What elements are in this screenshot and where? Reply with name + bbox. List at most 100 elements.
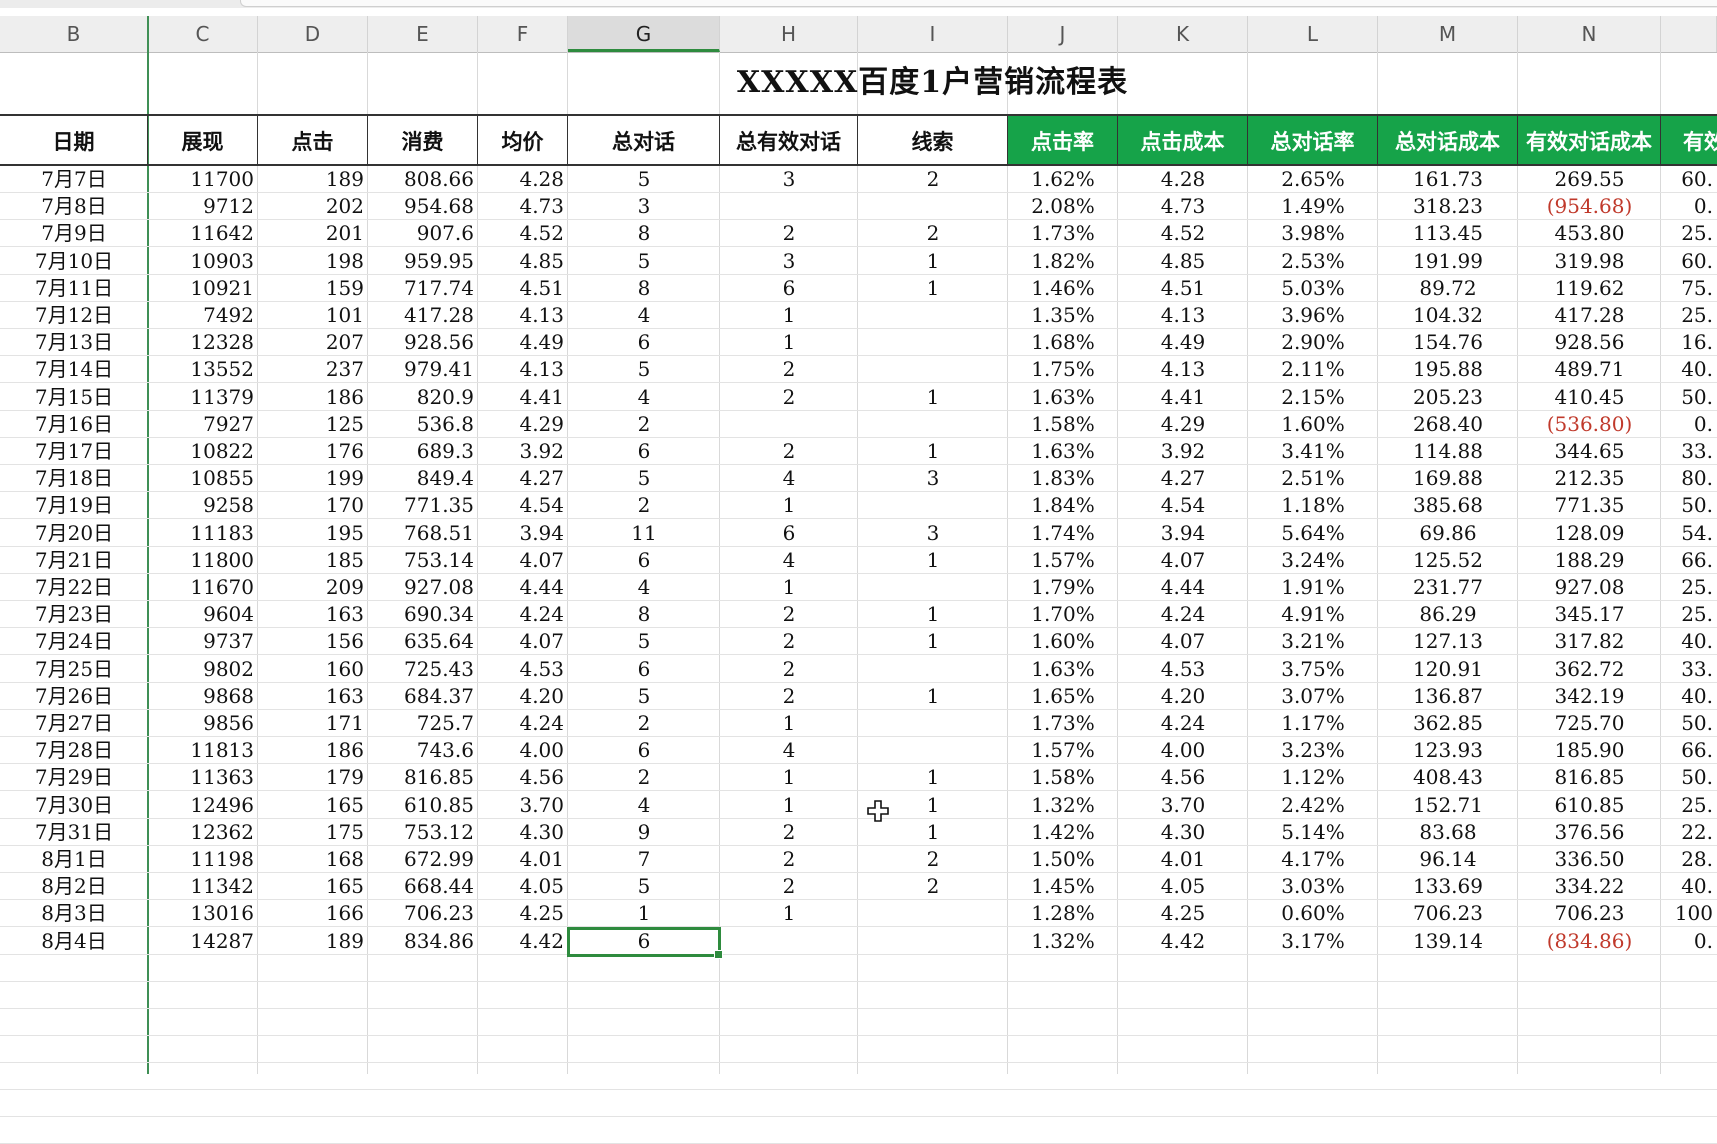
table-cell[interactable]: 7月18日 — [0, 465, 148, 492]
table-cell[interactable]: 50. — [1661, 710, 1717, 737]
table-cell[interactable]: 136.87 — [1378, 683, 1518, 710]
table-cell[interactable]: 11342 — [148, 873, 258, 900]
table-cell[interactable]: 7月14日 — [0, 356, 148, 383]
table-cell[interactable]: 4.28 — [478, 166, 568, 193]
table-cell[interactable]: 2.08% — [1008, 193, 1118, 220]
table-cell[interactable]: 1.50% — [1008, 846, 1118, 873]
table-cell[interactable]: 417.28 — [368, 302, 478, 329]
header-cell[interactable]: 点击 — [258, 114, 368, 166]
table-cell[interactable]: 269.55 — [1518, 166, 1661, 193]
table-cell[interactable]: 1.28% — [1008, 900, 1118, 927]
header-cell[interactable]: 总有效对话 — [720, 114, 858, 166]
table-cell[interactable]: 1 — [858, 384, 1008, 411]
table-cell[interactable]: 3 — [858, 465, 1008, 492]
table-cell[interactable]: 7月12日 — [0, 302, 148, 329]
table-cell[interactable]: 205.23 — [1378, 384, 1518, 411]
header-cell[interactable]: 有效 — [1661, 114, 1717, 166]
table-cell[interactable]: 344.65 — [1518, 438, 1661, 465]
table-cell[interactable]: 11379 — [148, 384, 258, 411]
table-cell[interactable]: 4.05 — [478, 873, 568, 900]
table-cell[interactable]: 6 — [720, 520, 858, 547]
table-cell[interactable]: 14287 — [148, 928, 258, 955]
table-cell[interactable]: 2.53% — [1248, 248, 1378, 275]
table-cell[interactable]: 410.45 — [1518, 384, 1661, 411]
table-cell[interactable]: 9737 — [148, 628, 258, 655]
table-cell[interactable]: 5 — [568, 683, 720, 710]
table-cell[interactable]: 834.86 — [368, 928, 478, 955]
table-cell[interactable]: 3 — [858, 520, 1008, 547]
table-cell[interactable]: 1.91% — [1248, 574, 1378, 601]
table-cell[interactable]: 536.8 — [368, 411, 478, 438]
column-header-D[interactable]: D — [258, 16, 368, 52]
table-cell[interactable]: 40. — [1661, 683, 1717, 710]
column-header-M[interactable]: M — [1378, 16, 1518, 52]
table-cell[interactable]: 725.43 — [368, 656, 478, 683]
table-cell[interactable]: 635.64 — [368, 628, 478, 655]
column-header-bar[interactable]: BCDEFGHIJKLMN — [0, 16, 1717, 53]
table-cell[interactable]: 2 — [858, 220, 1008, 247]
column-header-B[interactable]: B — [0, 16, 148, 52]
table-cell[interactable]: 75. — [1661, 275, 1717, 302]
table-cell[interactable]: 195.88 — [1378, 356, 1518, 383]
table-cell[interactable]: 362.85 — [1378, 710, 1518, 737]
table-cell[interactable]: 1.32% — [1008, 928, 1118, 955]
table-cell[interactable]: 7月25日 — [0, 656, 148, 683]
table-cell[interactable]: 4 — [568, 792, 720, 819]
table-cell[interactable]: 160 — [258, 656, 368, 683]
table-cell[interactable]: 979.41 — [368, 356, 478, 383]
table-cell[interactable]: 101 — [258, 302, 368, 329]
table-cell[interactable]: 69.86 — [1378, 520, 1518, 547]
table-cell[interactable]: 1.73% — [1008, 220, 1118, 247]
table-cell[interactable]: 1 — [858, 547, 1008, 574]
table-cell[interactable]: 186 — [258, 384, 368, 411]
empty-row[interactable] — [0, 982, 1717, 1009]
table-cell[interactable]: 3.94 — [478, 520, 568, 547]
table-cell[interactable]: 706.23 — [1378, 900, 1518, 927]
table-cell[interactable]: 4 — [720, 547, 858, 574]
table-cell[interactable]: 13552 — [148, 356, 258, 383]
table-cell[interactable] — [858, 928, 1008, 955]
table-cell[interactable]: 7月24日 — [0, 628, 148, 655]
column-header-N[interactable]: N — [1518, 16, 1661, 52]
table-cell[interactable]: 8月4日 — [0, 928, 148, 955]
table-cell[interactable]: 89.72 — [1378, 275, 1518, 302]
table-cell[interactable]: 1.49% — [1248, 193, 1378, 220]
table-cell[interactable]: 927.08 — [1518, 574, 1661, 601]
table-cell[interactable]: 4.52 — [1118, 220, 1248, 247]
empty-row[interactable] — [0, 1009, 1717, 1036]
table-cell[interactable]: 2 — [720, 873, 858, 900]
table-cell[interactable] — [858, 900, 1008, 927]
table-cell[interactable]: 120.91 — [1378, 656, 1518, 683]
table-cell[interactable]: 209 — [258, 574, 368, 601]
table-cell[interactable]: 11363 — [148, 764, 258, 791]
table-cell[interactable]: 202 — [258, 193, 368, 220]
table-cell[interactable]: 3.70 — [1118, 792, 1248, 819]
table-cell[interactable]: 7月29日 — [0, 764, 148, 791]
table-cell[interactable]: 191.99 — [1378, 248, 1518, 275]
table-cell[interactable]: 1.32% — [1008, 792, 1118, 819]
table-cell[interactable]: 12362 — [148, 819, 258, 846]
table-cell[interactable]: 318.23 — [1378, 193, 1518, 220]
table-cell[interactable]: 10855 — [148, 465, 258, 492]
table-cell[interactable]: 33. — [1661, 656, 1717, 683]
table-cell[interactable]: 1 — [720, 302, 858, 329]
table-cell[interactable]: 753.14 — [368, 547, 478, 574]
table-cell[interactable]: 2.51% — [1248, 465, 1378, 492]
table-cell[interactable]: 60. — [1661, 166, 1717, 193]
table-cell[interactable]: 816.85 — [368, 764, 478, 791]
table-cell[interactable]: (954.68) — [1518, 193, 1661, 220]
table-cell[interactable]: 928.56 — [368, 329, 478, 356]
column-header-G[interactable]: G — [568, 16, 720, 52]
table-cell[interactable]: 668.44 — [368, 873, 478, 900]
table-cell[interactable]: 2 — [858, 846, 1008, 873]
table-cell[interactable]: 4.07 — [1118, 547, 1248, 574]
table-cell[interactable]: 4.85 — [478, 248, 568, 275]
table-cell[interactable]: 1.68% — [1008, 329, 1118, 356]
table-cell[interactable]: 12328 — [148, 329, 258, 356]
table-cell[interactable]: 170 — [258, 492, 368, 519]
table-cell[interactable]: 127.13 — [1378, 628, 1518, 655]
table-cell[interactable]: 376.56 — [1518, 819, 1661, 846]
table-cell[interactable]: 4.73 — [1118, 193, 1248, 220]
table-cell[interactable]: 171 — [258, 710, 368, 737]
table-cell[interactable]: 954.68 — [368, 193, 478, 220]
